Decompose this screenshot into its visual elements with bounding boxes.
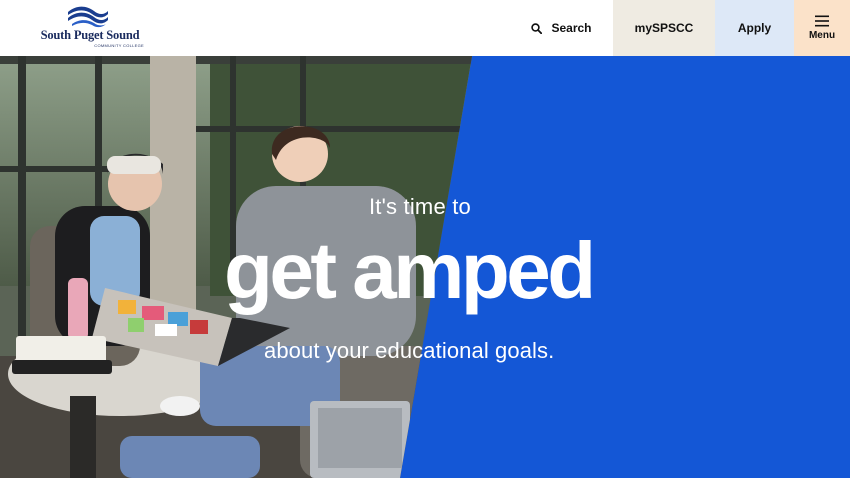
menu-button[interactable]: Menu [794, 0, 850, 56]
waves-logo-icon [68, 6, 108, 28]
search-button[interactable]: Search [510, 0, 613, 56]
hero-banner: It's time to get amped about your educat… [0, 56, 850, 478]
menu-label: Menu [808, 30, 836, 41]
college-logo[interactable]: South Puget Sound COMMUNITY COLLEGE [36, 6, 144, 48]
hero-subline: about your educational goals. [264, 338, 555, 363]
logo-subtitle: COMMUNITY COLLEGE [94, 43, 144, 48]
apply-label: Apply [737, 21, 772, 35]
hero-intro: It's time to [369, 194, 471, 219]
myspscc-label: mySPSCC [634, 21, 694, 35]
hamburger-icon [815, 15, 829, 27]
hero-headline: get amped [224, 226, 596, 315]
logo-wordmark: South Puget Sound [40, 28, 140, 42]
apply-button[interactable]: Apply [715, 0, 794, 56]
search-label: Search [551, 21, 592, 35]
search-icon [531, 22, 543, 34]
myspscc-button[interactable]: mySPSCC [613, 0, 715, 56]
site-header: South Puget Sound COMMUNITY COLLEGE Sear… [0, 0, 850, 56]
hero-text: It's time to get amped about your educat… [0, 56, 850, 478]
